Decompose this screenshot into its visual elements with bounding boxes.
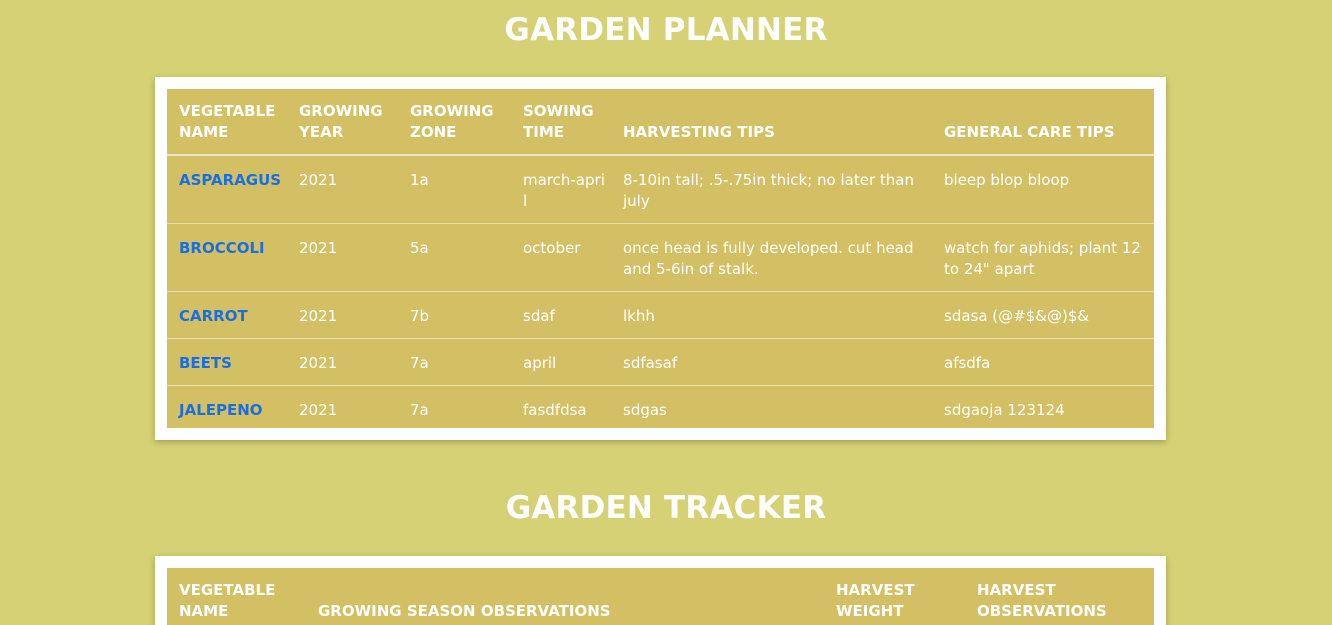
harvesting-tips-cell: 8-10in tall; .5-.75in thick; no later th… [611,155,932,224]
growing-zone-cell: 7b [398,291,511,339]
sowing-time-cell: april [511,338,611,386]
planner-row: CARROT 2021 7b sdaf lkhh sdasa (@#$&@)$& [167,291,1154,339]
vegetable-name-cell: JALEPENO [167,386,287,429]
tracker-table: VEGETABLE NAME GROWING SEASON OBSERVATIO… [167,568,1154,625]
planner-table-panel: VEGETABLE NAME GROWING YEAR GROWING ZONE… [167,89,1154,428]
vegetable-name-cell: BROCCOLI [167,223,287,292]
growing-year-cell: 2021 [287,338,398,386]
header-growing-zone: GROWING ZONE [398,89,511,156]
planner-header-row: VEGETABLE NAME GROWING YEAR GROWING ZONE… [167,89,1154,156]
header-harvesting-tips: HARVESTING TIPS [611,89,932,156]
general-care-tips-cell: watch for aphids; plant 12 to 24" apart [932,223,1154,292]
header-growing-year: GROWING YEAR [287,89,398,156]
tracker-header-harvest-observations: HARVEST OBSERVATIONS [965,568,1154,625]
vegetable-link[interactable]: ASPARAGUS [179,171,281,189]
harvesting-tips-cell: once head is fully developed. cut head a… [611,223,932,292]
growing-zone-cell: 7a [410,401,429,419]
vegetable-link[interactable]: BEETS [179,354,232,372]
header-general-care-tips: GENERAL CARE TIPS [932,89,1154,156]
sowing-time-cell: fasdfdsa [523,401,587,419]
general-care-tips-cell: sdgaoja 123124 [944,401,1065,419]
header-vegetable-name: VEGETABLE NAME [167,89,287,156]
general-care-tips-cell: bleep blop bloop [932,155,1154,224]
growing-zone-cell: 7a [398,338,511,386]
planner-title: GARDEN PLANNER [504,12,828,48]
general-care-tips-cell: sdasa (@#$&@)$& [932,291,1154,339]
growing-zone-cell: 1a [398,155,511,224]
growing-year-cell: 2021 [287,291,398,339]
vegetable-link[interactable]: JALEPENO [179,401,263,419]
harvesting-tips-cell: sdgas [623,401,667,419]
tracker-header-vegetable-name: VEGETABLE NAME [167,568,306,625]
sowing-time-cell: march-april [511,155,611,224]
general-care-tips-cell: afsdfa [932,338,1154,386]
vegetable-name-cell: ASPARAGUS [167,155,287,224]
tracker-title: GARDEN TRACKER [505,490,827,526]
harvesting-tips-cell: sdfasaf [611,338,932,386]
planner-row: ASPARAGUS 2021 1a march-april 8-10in tall; .… [167,155,1154,224]
sowing-time-cell: october [511,223,611,292]
planner-row: JALEPENO 2021 7a fasdfdsa sdgas sdgaoja 12312… [167,386,1154,429]
growing-year-cell: 2021 [287,223,398,292]
growing-zone-cell: 5a [398,223,511,292]
harvesting-tips-cell: lkhh [611,291,932,339]
planner-row: BEETS 2021 7a april sdfasaf afsdfa [167,338,1154,386]
growing-year-cell: 2021 [287,155,398,224]
tracker-header-growing-season-observations: GROWING SEASON OBSERVATIONS [306,568,824,625]
vegetable-name-cell: CARROT [167,291,287,339]
vegetable-name-cell: BEETS [167,338,287,386]
planner-row: BROCCOLI 2021 5a october once head is fully … [167,223,1154,292]
tracker-header-row: VEGETABLE NAME GROWING SEASON OBSERVATIO… [167,568,1154,625]
vegetable-link[interactable]: CARROT [179,307,248,325]
tracker-table-panel: VEGETABLE NAME GROWING SEASON OBSERVATIO… [167,568,1154,625]
header-sowing-time: SOWING TIME [511,89,611,156]
growing-year-cell: 2021 [299,401,338,419]
vegetable-link[interactable]: BROCCOLI [179,239,265,257]
planner-table-card: VEGETABLE NAME GROWING YEAR GROWING ZONE… [155,77,1166,440]
tracker-header-harvest-weight: HARVEST WEIGHT [824,568,965,625]
tracker-table-card: VEGETABLE NAME GROWING SEASON OBSERVATIO… [155,556,1166,625]
sowing-time-cell: sdaf [511,291,611,339]
planner-table: VEGETABLE NAME GROWING YEAR GROWING ZONE… [167,89,1154,428]
